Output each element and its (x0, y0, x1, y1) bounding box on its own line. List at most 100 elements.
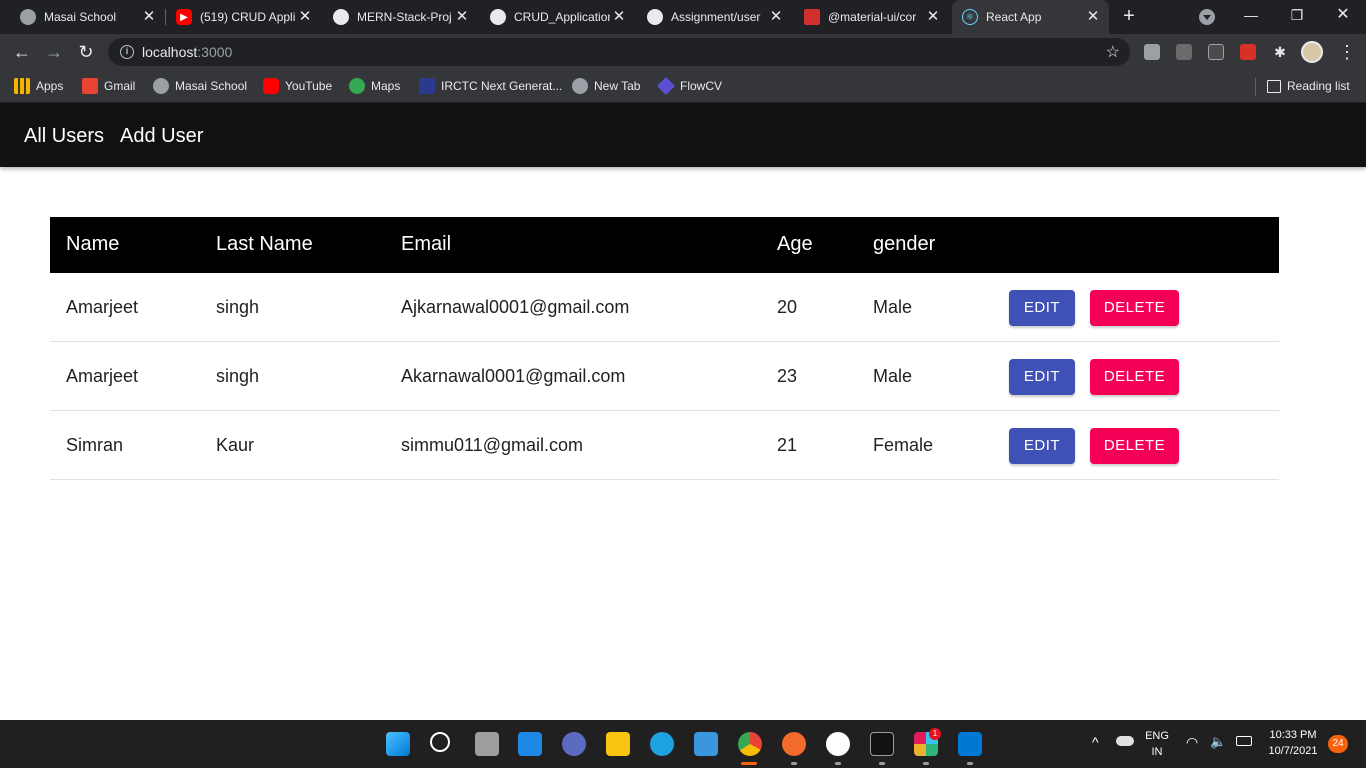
file-explorer-icon[interactable] (606, 732, 630, 756)
terminal-icon[interactable] (870, 732, 894, 756)
extension-cube-icon[interactable] (1144, 44, 1160, 60)
tab-title: Assignment/user (671, 10, 761, 24)
bookmark-flowcv[interactable]: FlowCV (656, 76, 722, 96)
address-bar[interactable]: i localhost:3000 ☆ (108, 38, 1130, 66)
column-header-name: Name (66, 233, 120, 255)
cell-last-name: Kaur (216, 435, 255, 455)
irctc-icon (419, 78, 435, 94)
window-close-button[interactable]: ✕ (1320, 0, 1366, 32)
cell-email: Akarnawal0001@gmail.com (401, 366, 626, 386)
clock-time[interactable]: 10:33 PM (1262, 729, 1324, 741)
extension-c-icon[interactable] (1208, 44, 1224, 60)
column-header-age: Age (777, 233, 813, 255)
extension-red-icon[interactable] (1240, 44, 1256, 60)
url-text[interactable]: localhost:3000 (142, 44, 232, 60)
onedrive-cloud-icon[interactable] (1116, 736, 1134, 746)
tab-material-ui[interactable]: @material-ui/cor ✕ (784, 0, 949, 34)
bookmark-label: New Tab (594, 79, 641, 93)
restore-button[interactable]: ❐ (1274, 0, 1320, 32)
bookmark-apps[interactable]: Apps (14, 77, 63, 95)
tab-crud-application[interactable]: CRUD_Application ✕ (470, 0, 635, 34)
site-info-icon[interactable]: i (120, 45, 134, 59)
bookmark-label: Gmail (104, 79, 136, 93)
browser-toolbar: ← → ↻ i localhost:3000 ☆ ✱ ⋮ (0, 34, 1366, 70)
vscode-icon[interactable] (958, 732, 982, 756)
show-hidden-icons-chevron-icon[interactable]: ^ (1092, 734, 1099, 750)
gmail-icon (82, 78, 98, 94)
url-host: localhost (142, 44, 198, 60)
clock-date[interactable]: 10/7/2021 (1262, 745, 1324, 757)
cell-email: Ajkarnawal0001@gmail.com (401, 297, 630, 317)
bookmark-irctc[interactable]: IRCTC Next Generat... (419, 77, 562, 95)
notification-count-badge[interactable]: 24 (1328, 735, 1348, 753)
delete-button[interactable]: DELETE (1090, 359, 1179, 395)
minimize-button[interactable]: — (1228, 0, 1274, 32)
table-row: Amarjeet singh Ajkarnawal0001@gmail.com … (50, 273, 1279, 342)
edit-button[interactable]: EDIT (1009, 359, 1075, 395)
delete-button[interactable]: DELETE (1090, 290, 1179, 326)
microsoft-store-icon[interactable] (694, 732, 718, 756)
close-icon[interactable]: ✕ (454, 9, 470, 25)
close-icon[interactable]: ✕ (925, 9, 941, 25)
new-tab-button[interactable]: + (1118, 5, 1140, 27)
edit-button[interactable]: EDIT (1009, 428, 1075, 464)
nav-add-user[interactable]: Add User (120, 125, 203, 148)
tab-title: (519) CRUD Appli (200, 10, 296, 24)
bookmark-maps[interactable]: Maps (349, 77, 400, 95)
cell-last-name: singh (216, 366, 260, 386)
reading-list-button[interactable]: Reading list (1267, 77, 1350, 95)
tab-assignment-user[interactable]: Assignment/user ✕ (627, 0, 792, 34)
extensions-puzzle-icon[interactable]: ✱ (1272, 44, 1288, 60)
maps-icon (349, 78, 365, 94)
globe-icon (20, 9, 36, 25)
postman-icon[interactable] (782, 732, 806, 756)
volume-icon[interactable]: 🔈 (1210, 734, 1226, 750)
teams-chat-icon[interactable] (562, 732, 586, 756)
cell-age: 23 (777, 366, 798, 386)
language-indicator-top[interactable]: ENG (1144, 730, 1170, 742)
bookmark-gmail[interactable]: Gmail (82, 77, 135, 95)
tab-masai-school[interactable]: Masai School ✕ (0, 0, 165, 34)
mongodb-compass-icon[interactable] (826, 732, 850, 756)
close-icon[interactable]: ✕ (297, 9, 313, 25)
bookmark-star-icon[interactable]: ☆ (1106, 42, 1120, 62)
table-row: Amarjeet singh Akarnawal0001@gmail.com 2… (50, 342, 1279, 411)
app-header: All Users Add User (0, 103, 1366, 167)
tab-title: React App (986, 10, 1042, 24)
battery-icon[interactable] (1236, 736, 1252, 746)
wifi-icon[interactable]: ◠ (1186, 734, 1198, 751)
close-icon[interactable]: ✕ (141, 9, 157, 25)
bookmarks-bar: Apps Gmail Masai School YouTube Maps IRC… (0, 70, 1366, 103)
edit-button[interactable]: EDIT (1009, 290, 1075, 326)
task-view-icon[interactable] (475, 732, 499, 756)
running-indicator (835, 762, 841, 765)
bookmark-youtube[interactable]: YouTube (263, 77, 332, 95)
tab-react-app[interactable]: ⚛ React App ✕ (952, 0, 1109, 34)
close-icon[interactable]: ✕ (611, 9, 627, 25)
profile-avatar[interactable] (1301, 41, 1323, 63)
bookmark-masai-school[interactable]: Masai School (153, 77, 247, 95)
nav-all-users[interactable]: All Users (24, 125, 104, 148)
menu-kebab-icon[interactable]: ⋮ (1338, 41, 1356, 63)
tab-title: MERN-Stack-Proj (357, 10, 452, 24)
forward-button[interactable]: → (42, 40, 66, 64)
close-icon[interactable]: ✕ (768, 9, 784, 25)
start-windows-icon[interactable] (386, 732, 410, 756)
extension-chart-icon[interactable] (1176, 44, 1192, 60)
tab-mern-stack[interactable]: MERN-Stack-Proj ✕ (313, 0, 478, 34)
material-ui-icon (804, 9, 820, 25)
chrome-icon[interactable] (738, 732, 762, 756)
bookmark-new-tab[interactable]: New Tab (572, 77, 640, 95)
bookmark-label: Masai School (175, 79, 248, 93)
widgets-icon[interactable] (518, 732, 542, 756)
tab-youtube-crud[interactable]: ▶ (519) CRUD Appli ✕ (156, 0, 321, 34)
running-indicator (923, 762, 929, 765)
edge-icon[interactable] (650, 732, 674, 756)
back-button[interactable]: ← (10, 40, 34, 64)
delete-button[interactable]: DELETE (1090, 428, 1179, 464)
close-icon[interactable]: ✕ (1085, 9, 1101, 25)
tab-search-icon[interactable] (1199, 9, 1215, 25)
reload-button[interactable]: ↻ (74, 40, 98, 64)
search-icon[interactable] (430, 732, 450, 752)
language-indicator-bottom[interactable]: IN (1144, 746, 1170, 758)
